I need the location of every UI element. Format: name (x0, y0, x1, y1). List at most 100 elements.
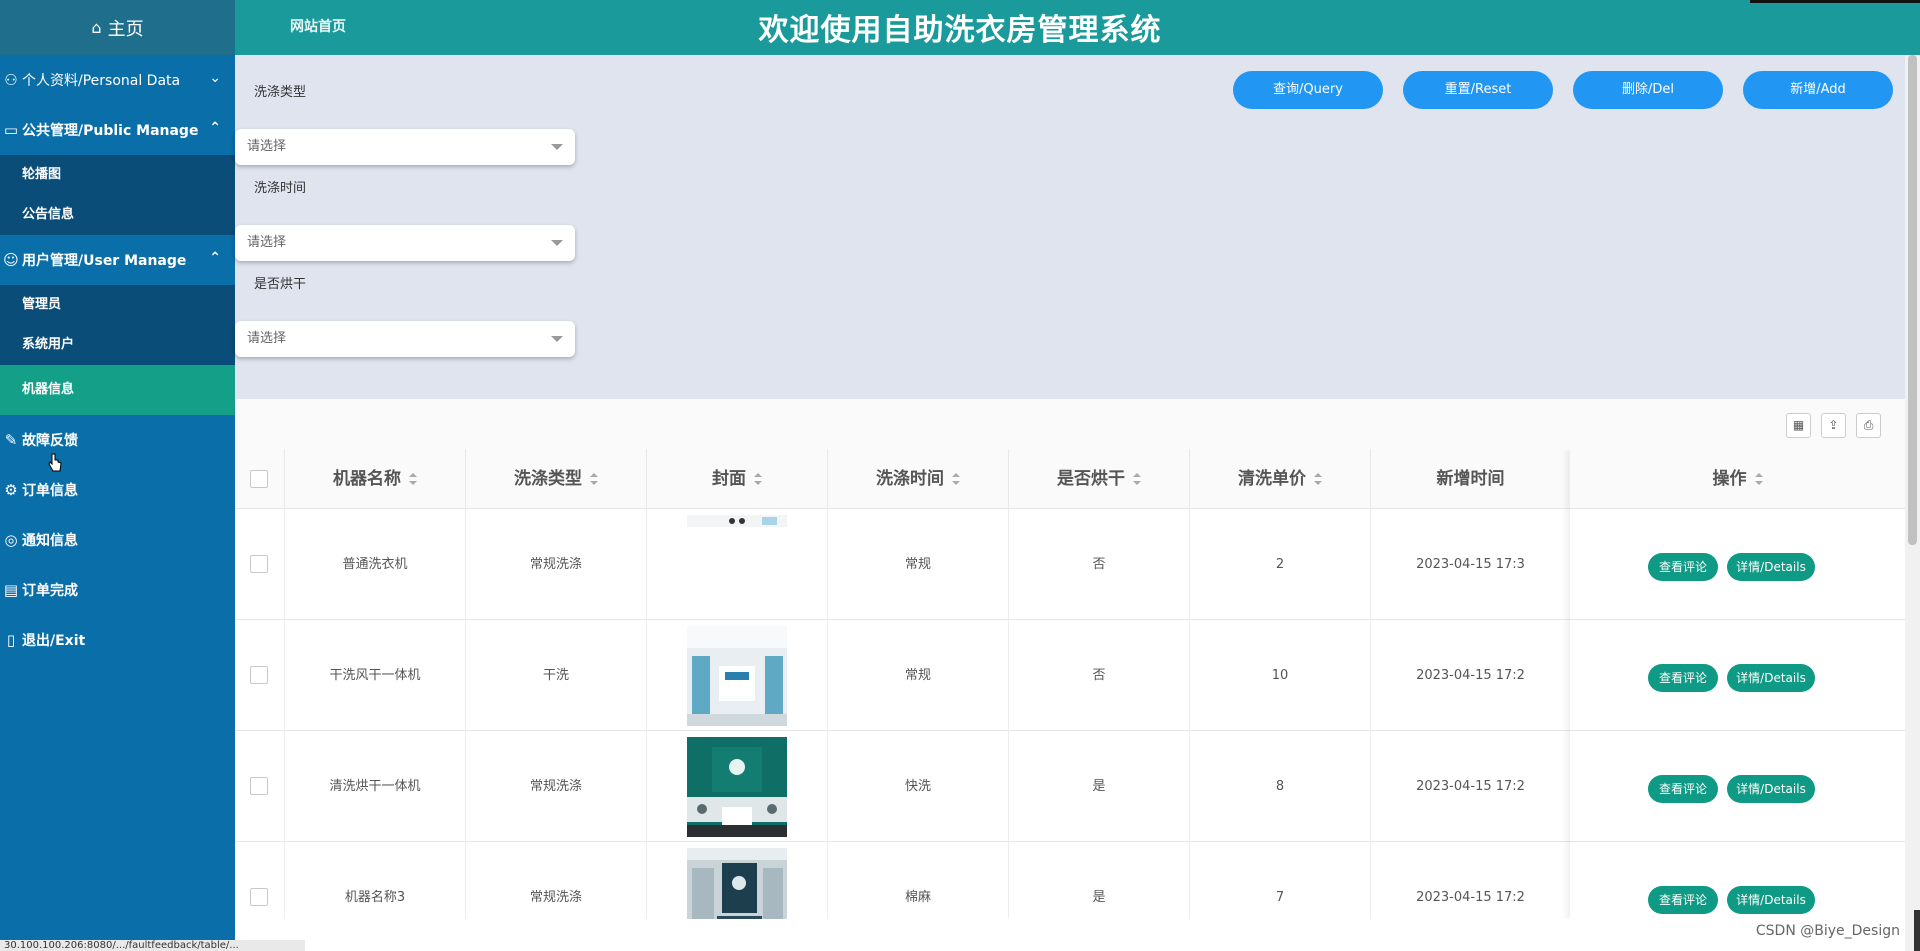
sidebar-group-personal[interactable]: ⚇ 个人资料/Personal Data ⌄ (0, 55, 235, 105)
dry-select[interactable]: 请选择 (235, 321, 575, 357)
column-label: 是否烘干 (1057, 469, 1125, 489)
cell-type: 干洗 (466, 620, 647, 731)
cover-image (687, 626, 787, 726)
sidebar-item-label: 故障反馈 (22, 433, 78, 449)
column-label: 机器名称 (333, 469, 401, 489)
sidebar: ⚇ 个人资料/Personal Data ⌄ ▭ 公共管理/Public Man… (0, 55, 235, 951)
sidebar-item-carousel[interactable]: 轮播图 (0, 155, 235, 195)
sort-icon[interactable] (409, 473, 417, 485)
top-strip (1750, 0, 1920, 3)
action-cell: 查看评论 详情/Details (1570, 620, 1905, 731)
row-checkbox[interactable] (250, 555, 268, 573)
sort-icon[interactable] (1754, 473, 1763, 485)
sidebar-item-exit[interactable]: ▯ 退出/Exit (0, 615, 235, 665)
cell-dry: 是 (1009, 731, 1190, 842)
wash-type-select[interactable]: 请选择 (235, 129, 575, 165)
sidebar-item-admin[interactable]: 管理员 (0, 285, 235, 325)
cell-cover (647, 842, 828, 919)
cell-price: 7 (1190, 842, 1371, 919)
cell-name: 机器名称3 (285, 842, 466, 919)
scrollbar-thumb[interactable] (1908, 55, 1917, 545)
cell-time: 常规 (828, 620, 1009, 731)
monitor-icon: ▭ (3, 121, 19, 139)
sort-icon[interactable] (590, 473, 598, 485)
column-header-dry[interactable]: 是否烘干 (1009, 449, 1190, 509)
column-label: 洗涤时间 (876, 469, 944, 489)
column-label: 操作 (1712, 469, 1747, 489)
gear-icon: ⚙ (4, 481, 18, 499)
action-cell: 查看评论 详情/Details (1570, 731, 1905, 842)
sidebar-item-announcement[interactable]: 公告信息 (0, 195, 235, 235)
sidebar-item-label: 退出/Exit (22, 633, 86, 649)
details-button[interactable]: 详情/Details (1727, 775, 1815, 803)
sidebar-item-label: 订单信息 (22, 483, 78, 499)
column-label: 封面 (712, 469, 746, 489)
wash-type-label: 洗涤类型 (254, 85, 307, 100)
sidebar-group-label: 公共管理/Public Manage (22, 123, 199, 139)
view-comments-button[interactable]: 查看评论 (1648, 775, 1718, 803)
column-header-cover[interactable]: 封面 (647, 449, 828, 509)
cell-type: 常规洗涤 (466, 509, 647, 620)
column-header-time[interactable]: 洗涤时间 (828, 449, 1009, 509)
caret-down-icon (551, 144, 563, 150)
details-button[interactable]: 详情/Details (1727, 886, 1815, 914)
cell-dry: 否 (1009, 620, 1190, 731)
cell-type: 常规洗涤 (466, 842, 647, 919)
view-comments-button[interactable]: 查看评论 (1648, 664, 1718, 692)
view-comments-button[interactable]: 查看评论 (1648, 553, 1718, 581)
view-comments-button[interactable]: 查看评论 (1648, 886, 1718, 914)
wash-time-select[interactable]: 请选择 (235, 225, 575, 261)
row-select-cell (235, 509, 285, 620)
chevron-down-icon: ⌄ (209, 70, 221, 86)
details-button[interactable]: 详情/Details (1727, 664, 1815, 692)
row-checkbox[interactable] (250, 777, 268, 795)
column-header-price[interactable]: 清洗单价 (1190, 449, 1371, 509)
table-toolbar: ▦ ⇪ ⎙ (235, 399, 1905, 449)
export-icon[interactable]: ⇪ (1821, 413, 1846, 438)
column-header-type[interactable]: 洗涤类型 (466, 449, 647, 509)
delete-button[interactable]: 删除/Del (1573, 71, 1723, 109)
reset-button[interactable]: 重置/Reset (1403, 71, 1553, 109)
sort-icon[interactable] (1314, 473, 1322, 485)
add-button[interactable]: 新增/Add (1743, 71, 1893, 109)
caret-down-icon (551, 240, 563, 246)
chevron-up-icon: ⌃ (209, 250, 221, 266)
column-header-name[interactable]: 机器名称 (285, 449, 466, 509)
print-icon[interactable]: ⎙ (1856, 413, 1881, 438)
tool-icon: ✎ (4, 431, 18, 449)
sort-icon[interactable] (1133, 473, 1141, 485)
bell-icon: ◎ (4, 531, 18, 549)
row-select-cell (235, 620, 285, 731)
column-header-created[interactable]: 新增时间 (1371, 449, 1571, 509)
sidebar-item-order-complete[interactable]: ▤ 订单完成 (0, 565, 235, 615)
details-button[interactable]: 详情/Details (1727, 553, 1815, 581)
caret-down-icon (551, 336, 563, 342)
select-placeholder: 请选择 (247, 235, 287, 250)
sidebar-group-user[interactable]: ☺ 用户管理/User Manage ⌃ (0, 235, 235, 285)
sort-icon[interactable] (754, 473, 762, 485)
sidebar-item-system-user[interactable]: 系统用户 (0, 325, 235, 365)
sidebar-item-notifications[interactable]: ◎ 通知信息 (0, 515, 235, 565)
cell-time: 快洗 (828, 731, 1009, 842)
sidebar-item-fault-feedback[interactable]: ✎ 故障反馈 (0, 415, 235, 465)
cover-image (687, 737, 787, 837)
sidebar-item-machine-info[interactable]: 机器信息 (0, 365, 235, 415)
columns-icon[interactable]: ▦ (1786, 413, 1811, 438)
sidebar-item-orders[interactable]: ⚙ 订单信息 (0, 465, 235, 515)
column-header-actions[interactable]: 操作 (1570, 449, 1905, 509)
filter-panel: 洗涤类型 请选择 洗涤时间 请选择 是否烘干 请选择 查询/Query 重置/R… (235, 55, 1905, 399)
wash-time-label: 洗涤时间 (254, 181, 307, 196)
sort-icon[interactable] (952, 473, 960, 485)
row-checkbox[interactable] (250, 666, 268, 684)
sidebar-group-public[interactable]: ▭ 公共管理/Public Manage ⌃ (0, 105, 235, 155)
cell-created: 2023-04-15 17:3 (1371, 509, 1571, 620)
cell-cover (647, 731, 828, 842)
cell-dry: 否 (1009, 509, 1190, 620)
query-button[interactable]: 查询/Query (1233, 71, 1383, 109)
select-all-checkbox[interactable] (250, 470, 268, 488)
hand-cursor-icon (48, 453, 62, 472)
vertical-scrollbar[interactable] (1905, 55, 1920, 951)
cell-price: 8 (1190, 731, 1371, 842)
sidebar-group-label: 个人资料/Personal Data (22, 73, 181, 89)
row-checkbox[interactable] (250, 888, 268, 906)
